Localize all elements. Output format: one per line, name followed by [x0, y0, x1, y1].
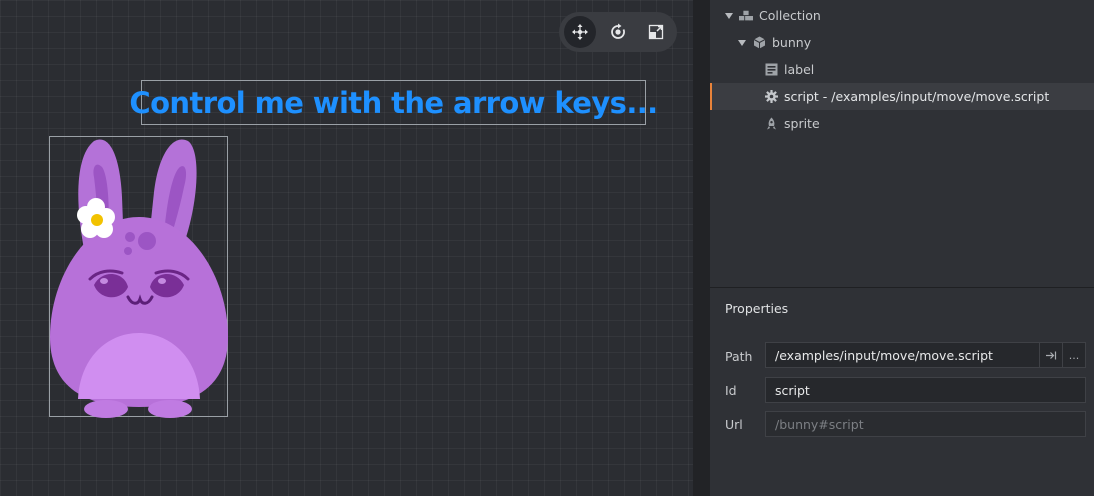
id-label: Id [725, 383, 737, 398]
outline-item-sprite[interactable]: sprite [710, 110, 1094, 137]
path-label: Path [725, 349, 753, 364]
properties-panel: Properties Path /examples/input/move/mov… [710, 288, 1094, 496]
rotate-tool-button[interactable] [602, 16, 634, 48]
panel-divider[interactable] [693, 0, 710, 496]
path-field[interactable]: /examples/input/move/move.script ... [765, 342, 1086, 368]
sprite-icon [764, 117, 778, 131]
outline-item-label: script - /examples/input/move/move.scrip… [784, 89, 1050, 104]
outline-panel: Collection bunny label script - /example… [710, 0, 1094, 287]
goto-file-icon [1045, 351, 1056, 359]
rotate-icon [611, 23, 625, 39]
url-label: Url [725, 417, 743, 432]
expand-arrow-icon[interactable] [725, 12, 733, 19]
bunny-image [50, 139, 228, 418]
label-text: Control me with the arrow keys... [129, 85, 658, 120]
scale-tool-button[interactable] [640, 16, 672, 48]
transform-toolbar [559, 12, 677, 52]
outline-item-label: label [784, 62, 815, 77]
outline-item-label-component[interactable]: label [710, 56, 1094, 83]
label-bounding-box[interactable]: Control me with the arrow keys... [129, 80, 658, 125]
collection-icon [739, 9, 753, 23]
url-value: /bunny#script [775, 416, 864, 432]
outline-item-script[interactable]: script - /examples/input/move/move.scrip… [710, 83, 1094, 110]
label-icon [764, 63, 778, 77]
outline-item-collection[interactable]: Collection [710, 2, 1094, 29]
move-icon [572, 24, 588, 40]
expand-arrow-icon[interactable] [738, 39, 746, 46]
outline-item-label: Collection [759, 8, 821, 23]
id-field[interactable]: script [765, 377, 1086, 403]
scale-icon [648, 24, 664, 40]
browse-button[interactable]: ... [1062, 343, 1085, 367]
url-field[interactable]: /bunny#script [765, 411, 1086, 437]
bunny-sprite[interactable] [49, 136, 228, 418]
scene-viewport[interactable]: Control me with the arrow keys... [0, 0, 693, 496]
properties-title: Properties [725, 301, 789, 316]
path-value: /examples/input/move/move.script [775, 347, 993, 363]
move-tool-button[interactable] [564, 16, 596, 48]
game-object-icon [752, 36, 766, 50]
id-value: script [775, 382, 810, 398]
outline-item-bunny[interactable]: bunny [710, 29, 1094, 56]
outline-item-label: sprite [784, 116, 820, 131]
gear-icon [764, 90, 778, 104]
goto-file-button[interactable] [1039, 343, 1062, 367]
outline-item-label: bunny [772, 35, 812, 50]
